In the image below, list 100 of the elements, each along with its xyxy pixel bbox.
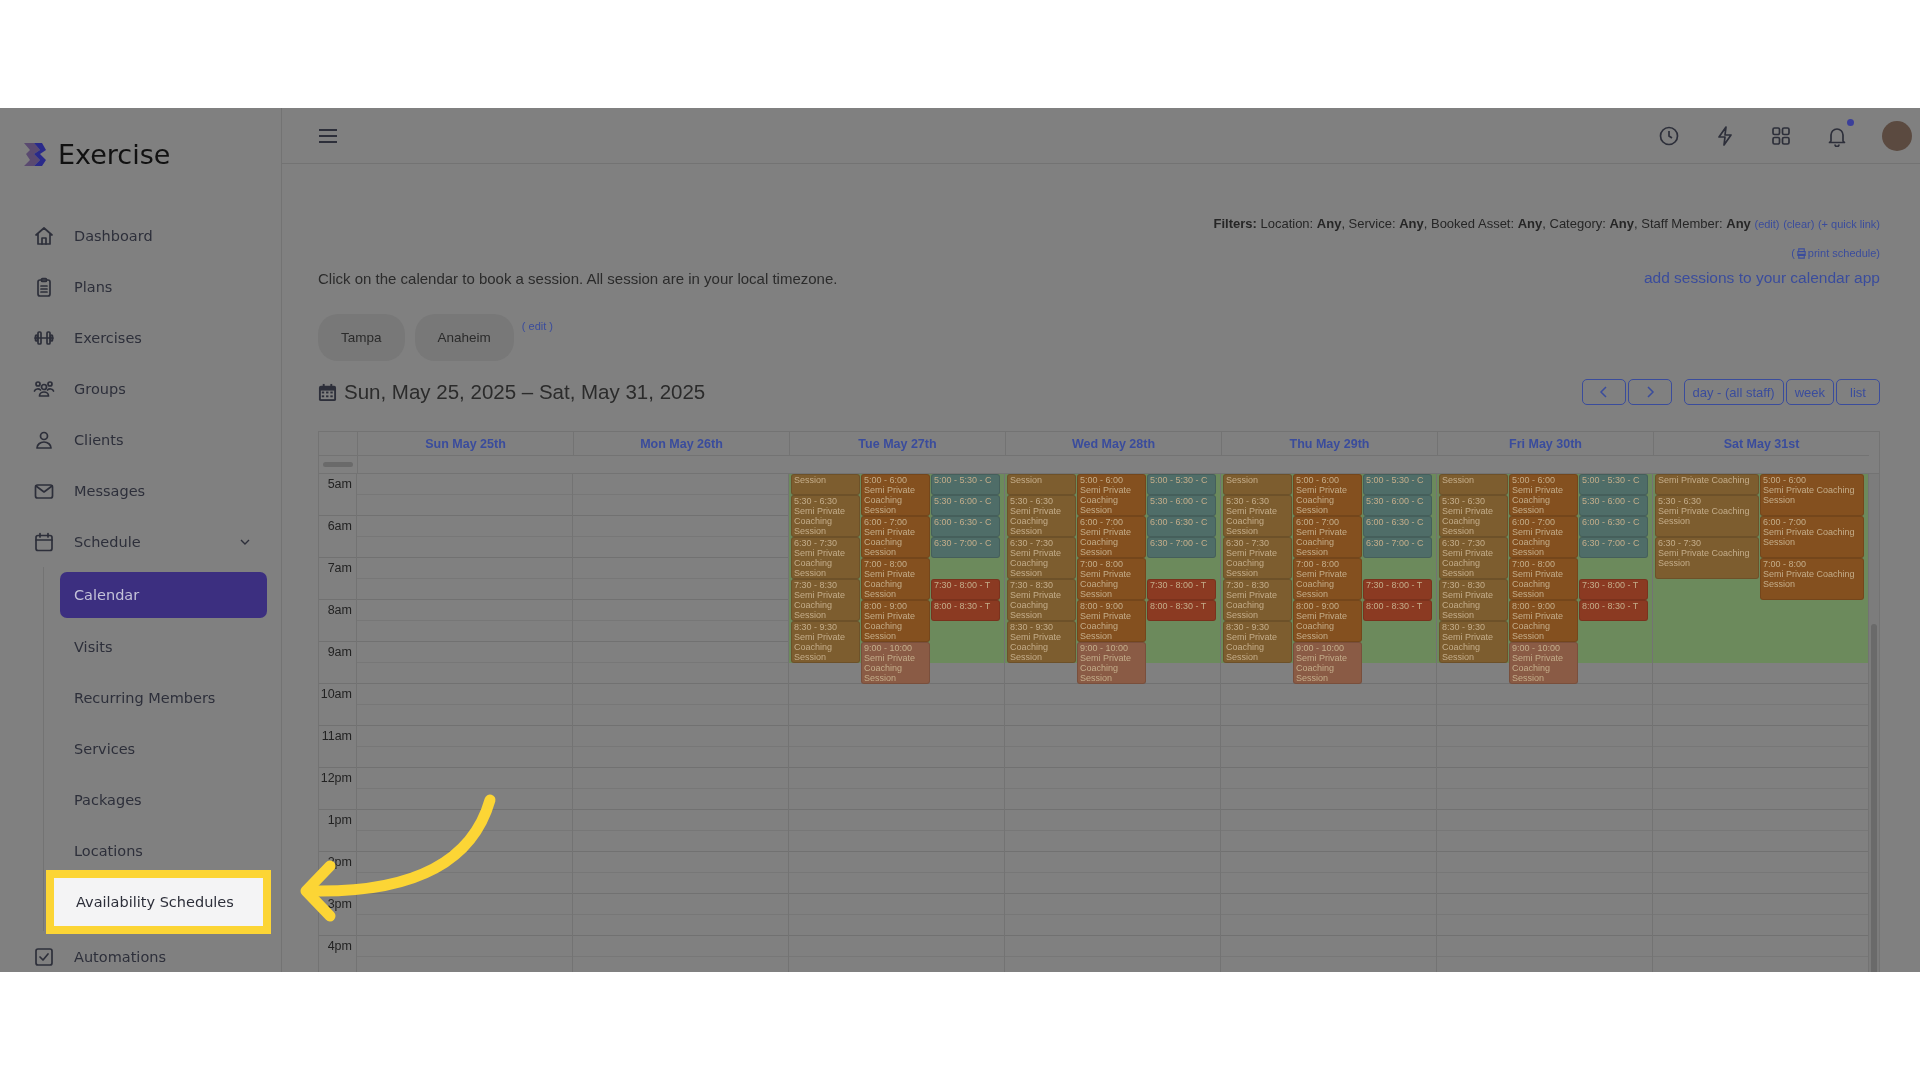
session-event[interactable]: 7:30 - 8:30 Semi Private Coaching Session <box>1007 579 1076 621</box>
session-event[interactable]: Session <box>791 474 860 495</box>
session-event[interactable]: 8:30 - 9:30 Semi Private Coaching Session <box>1007 621 1076 663</box>
sidebar-item[interactable]: Schedule <box>0 516 281 567</box>
session-event[interactable]: 5:30 - 6:30 Semi Private Coaching Session <box>791 495 860 537</box>
session-event[interactable]: 6:30 - 7:00 - C <box>1579 537 1648 558</box>
session-event[interactable]: 9:00 - 10:00 Semi Private Coaching Session <box>1293 642 1362 684</box>
session-event[interactable]: 5:00 - 6:00 Semi Private Coaching Session <box>1077 474 1146 516</box>
session-event[interactable]: 5:30 - 6:30 Semi Private Coaching Session <box>1223 495 1292 537</box>
sidebar-subitem[interactable]: Calendar <box>60 572 267 618</box>
edit-link[interactable]: ( edit ) <box>521 320 553 332</box>
session-event[interactable]: 7:30 - 8:30 Semi Private Coaching Session <box>1223 579 1292 621</box>
session-event[interactable]: 5:00 - 6:00 Semi Private Coaching Session <box>1509 474 1578 516</box>
session-event[interactable]: 6:30 - 7:30 Semi Private Coaching Session <box>1439 537 1508 579</box>
session-event[interactable]: 5:30 - 6:00 - C <box>1363 495 1432 516</box>
location-tab[interactable]: Tampa <box>318 314 405 361</box>
session-event[interactable]: 8:00 - 8:30 - T <box>931 600 1000 621</box>
session-event[interactable]: 7:30 - 8:00 - T <box>1147 579 1216 600</box>
session-event[interactable]: 8:00 - 8:30 - T <box>1147 600 1216 621</box>
session-event[interactable]: 5:00 - 5:30 - C <box>1579 474 1648 495</box>
sidebar-subitem[interactable]: Recurring Members <box>44 672 281 723</box>
session-event[interactable]: 7:30 - 8:30 Semi Private Coaching Session <box>1439 579 1508 621</box>
sidebar-item[interactable]: Groups <box>0 363 281 414</box>
session-event[interactable]: 5:30 - 6:30 Semi Private Coaching Session <box>1439 495 1508 537</box>
session-event[interactable]: 6:00 - 7:00 Semi Private Coaching Session <box>1509 516 1578 558</box>
session-event[interactable]: 5:30 - 6:30 Semi Private Coaching Session <box>1655 495 1759 537</box>
session-event[interactable]: 8:00 - 8:30 - T <box>1579 600 1648 621</box>
session-event[interactable]: 5:00 - 5:30 - C <box>1147 474 1216 495</box>
session-event[interactable]: 6:30 - 7:00 - C <box>931 537 1000 558</box>
session-event[interactable]: 6:00 - 6:30 - C <box>1147 516 1216 537</box>
session-event[interactable]: 5:30 - 6:00 - C <box>1147 495 1216 516</box>
sidebar-subitem[interactable]: Visits <box>44 621 281 672</box>
session-event[interactable]: 6:30 - 7:00 - C <box>1363 537 1432 558</box>
session-event[interactable]: 6:30 - 7:30 Semi Private Coaching Session <box>791 537 860 579</box>
session-event[interactable]: 5:00 - 5:30 - C <box>931 474 1000 495</box>
session-event[interactable]: 9:00 - 10:00 Semi Private Coaching Session <box>1077 642 1146 684</box>
location-tab[interactable]: Anaheim <box>414 314 514 361</box>
session-event[interactable]: 5:00 - 5:30 - C <box>1363 474 1432 495</box>
session-event[interactable]: 6:30 - 7:30 Semi Private Coaching Session <box>1223 537 1292 579</box>
sidebar-subitem[interactable]: Locations <box>44 825 281 876</box>
next-button[interactable] <box>1627 379 1672 405</box>
session-event[interactable]: 6:30 - 7:30 Semi Private Coaching Session <box>1007 537 1076 579</box>
sidebar-item[interactable]: Automations <box>0 931 281 972</box>
session-event[interactable]: 5:00 - 6:00 Semi Private Coaching Session <box>1293 474 1362 516</box>
session-event[interactable]: Session <box>1007 474 1076 495</box>
view-button[interactable]: week <box>1785 379 1834 405</box>
print-schedule-link[interactable]: ( print schedule) <box>1791 247 1880 259</box>
session-event[interactable]: Session <box>1223 474 1292 495</box>
session-event[interactable]: 6:30 - 7:00 - C <box>1147 537 1216 558</box>
avatar[interactable] <box>1882 120 1912 151</box>
sidebar-item[interactable]: Clients <box>0 414 281 465</box>
session-event[interactable]: 7:00 - 8:00 Semi Private Coaching Session <box>1077 558 1146 600</box>
session-event[interactable]: 8:00 - 9:00 Semi Private Coaching Session <box>1077 600 1146 642</box>
filter-link[interactable]: (clear) <box>1783 218 1815 230</box>
filter-link[interactable]: (edit) <box>1754 218 1780 230</box>
clock-icon[interactable] <box>1658 124 1680 147</box>
session-event[interactable]: 7:00 - 8:00 Semi Private Coaching Session <box>1760 558 1864 600</box>
grid-icon[interactable] <box>1770 124 1792 147</box>
sidebar-item[interactable]: Exercises <box>0 312 281 363</box>
session-event[interactable]: 7:30 - 8:00 - T <box>1363 579 1432 600</box>
sidebar-item[interactable]: Plans <box>0 261 281 312</box>
sidebar-item[interactable]: Messages <box>0 465 281 516</box>
session-event[interactable]: 8:30 - 9:30 Semi Private Coaching Session <box>791 621 860 663</box>
session-event[interactable]: 5:30 - 6:00 - C <box>1579 495 1648 516</box>
session-event[interactable]: Semi Private Coaching <box>1655 474 1759 495</box>
calendar-app-link[interactable]: add sessions to your calendar app <box>1643 269 1880 287</box>
session-event[interactable]: 6:00 - 6:30 - C <box>931 516 1000 537</box>
session-event[interactable]: 8:00 - 9:00 Semi Private Coaching Session <box>1293 600 1362 642</box>
session-event[interactable]: 8:00 - 9:00 Semi Private Coaching Session <box>1509 600 1578 642</box>
session-event[interactable]: 5:30 - 6:00 - C <box>931 495 1000 516</box>
session-event[interactable]: 7:00 - 8:00 Semi Private Coaching Session <box>861 558 930 600</box>
sidebar-subitem[interactable]: Services <box>44 723 281 774</box>
session-event[interactable]: 6:00 - 6:30 - C <box>1363 516 1432 537</box>
session-event[interactable]: 7:00 - 8:00 Semi Private Coaching Session <box>1509 558 1578 600</box>
session-event[interactable]: 6:00 - 7:00 Semi Private Coaching Session <box>861 516 930 558</box>
session-event[interactable]: 6:00 - 7:00 Semi Private Coaching Session <box>1293 516 1362 558</box>
session-event[interactable]: 6:00 - 6:30 - C <box>1579 516 1648 537</box>
session-event[interactable]: 6:00 - 7:00 Semi Private Coaching Session <box>1760 516 1864 558</box>
sidebar-subitem[interactable]: Availability Schedules <box>54 878 263 926</box>
session-event[interactable]: 9:00 - 10:00 Semi Private Coaching Session <box>861 642 930 684</box>
menu-icon[interactable] <box>318 127 338 144</box>
session-event[interactable]: 9:00 - 10:00 Semi Private Coaching Session <box>1509 642 1578 684</box>
view-button[interactable]: list <box>1836 379 1880 405</box>
session-event[interactable]: 6:30 - 7:30 Semi Private Coaching Session <box>1655 537 1759 579</box>
scrollbar-thumb[interactable] <box>1871 624 1877 972</box>
session-event[interactable]: 7:00 - 8:00 Semi Private Coaching Session <box>1293 558 1362 600</box>
session-event[interactable]: 8:30 - 9:30 Semi Private Coaching Session <box>1223 621 1292 663</box>
session-event[interactable]: 6:00 - 7:00 Semi Private Coaching Session <box>1077 516 1146 558</box>
filter-link[interactable]: (+ quick link) <box>1817 218 1880 230</box>
session-event[interactable]: 8:00 - 9:00 Semi Private Coaching Session <box>861 600 930 642</box>
previous-button[interactable] <box>1581 379 1626 405</box>
sidebar-subitem[interactable]: Packages <box>44 774 281 825</box>
session-event[interactable]: 5:00 - 6:00 Semi Private Coaching Session <box>861 474 930 516</box>
session-event[interactable]: 7:30 - 8:30 Semi Private Coaching Session <box>791 579 860 621</box>
sidebar-item[interactable]: Dashboard <box>0 210 281 261</box>
session-event[interactable]: 7:30 - 8:00 - T <box>931 579 1000 600</box>
session-event[interactable]: 8:30 - 9:30 Semi Private Coaching Session <box>1439 621 1508 663</box>
session-event[interactable]: 5:30 - 6:30 Semi Private Coaching Session <box>1007 495 1076 537</box>
session-event[interactable]: 5:00 - 6:00 Semi Private Coaching Session <box>1760 474 1864 516</box>
session-event[interactable]: Session <box>1439 474 1508 495</box>
